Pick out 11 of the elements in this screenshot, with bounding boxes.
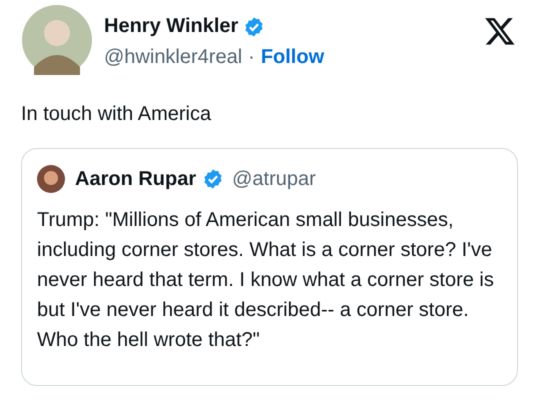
quoted-author-handle[interactable]: @atrupar [232,168,316,190]
quoted-tweet-card[interactable] [21,148,518,386]
tweet-text: In touch with America [21,103,212,126]
quoted-author-name[interactable]: Aaron Rupar [75,168,196,190]
avatar[interactable] [22,5,92,75]
author-handle[interactable]: @hwinkler4real [104,46,242,69]
author-name[interactable]: Henry Winkler [104,15,238,38]
quoted-avatar[interactable] [37,165,65,193]
quoted-tweet-text: Trump: "Millions of American small businesses, including corner stores. What is a corner store? I've never heard that term. I know what a corner store is but I've never heard it described-- a corner store. Who the hell wrote that?" [37,208,495,353]
separator: · [248,46,255,69]
follow-link[interactable]: Follow [260,46,324,69]
